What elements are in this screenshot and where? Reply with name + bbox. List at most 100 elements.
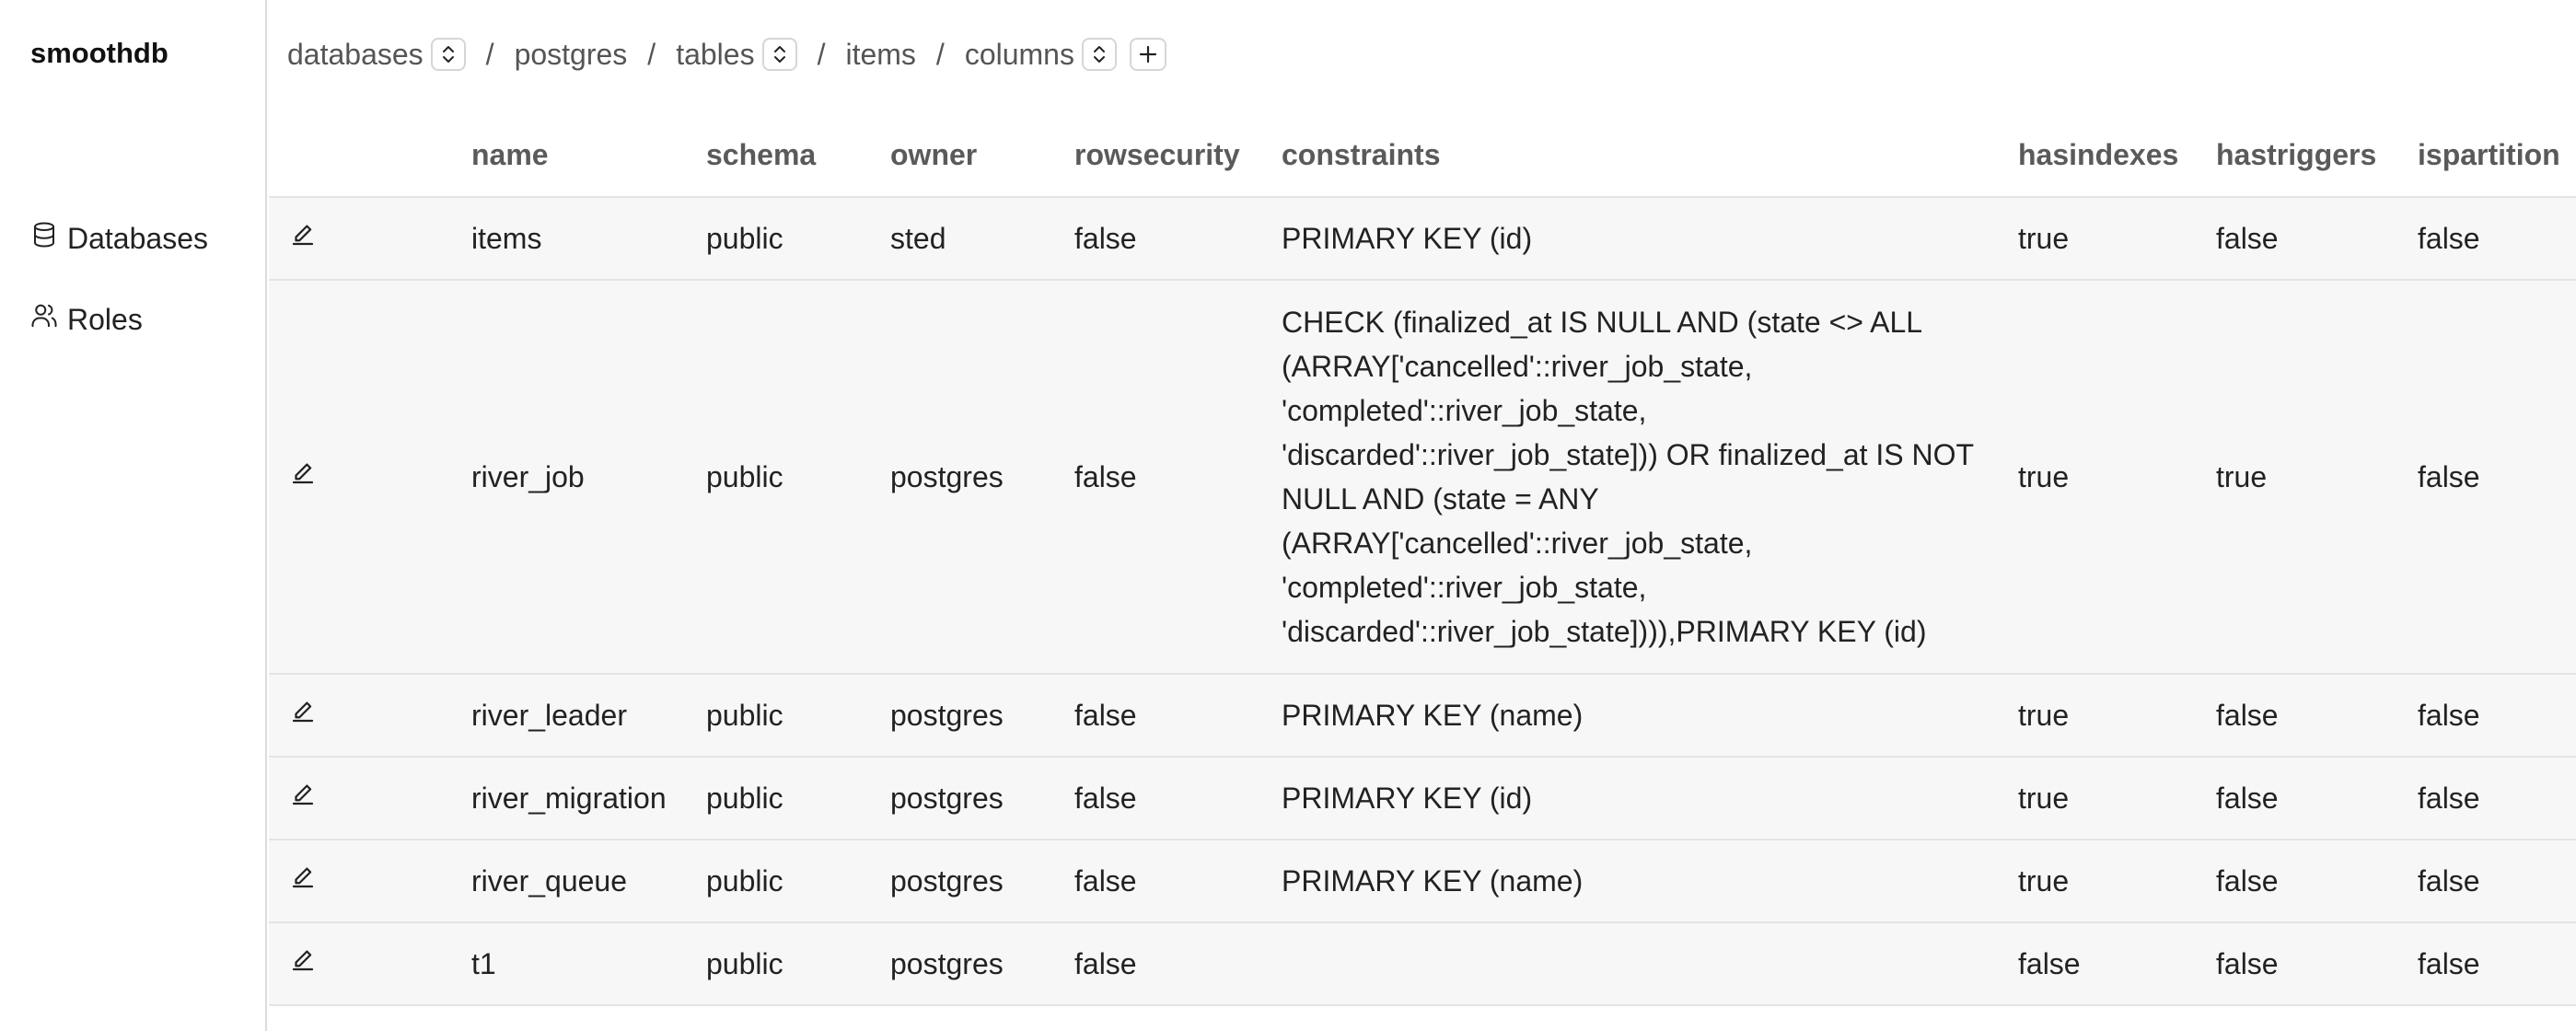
cell-hastriggers: false: [2216, 197, 2418, 281]
edit-icon[interactable]: [289, 459, 317, 487]
breadcrumb-link-databases[interactable]: databases: [287, 38, 424, 72]
edit-icon[interactable]: [289, 781, 317, 808]
add-button[interactable]: [1129, 38, 1166, 71]
edit-icon[interactable]: [289, 698, 317, 725]
breadcrumb-separator: /: [817, 37, 826, 71]
cell-rowsecurity: false: [1074, 757, 1282, 840]
columns-selector-button[interactable]: [1081, 38, 1117, 71]
table-row: river_leader public postgres false PRIMA…: [269, 674, 2576, 758]
cell-owner: postgres: [890, 674, 1074, 758]
breadcrumb-separator: /: [935, 37, 945, 71]
sidebar-item-label: Roles: [67, 302, 143, 336]
cell-rowsecurity: false: [1074, 280, 1282, 675]
cell-schema: public: [706, 757, 890, 840]
edit-icon[interactable]: [289, 221, 317, 249]
chevron-up-down-icon: [1093, 46, 1105, 63]
breadcrumb-separator: /: [647, 37, 656, 71]
cell-hasindexes: true: [2018, 840, 2216, 923]
app-title: smoothdb: [30, 37, 168, 69]
cell-constraints: CHECK (finalized_at IS NULL AND (state <…: [1282, 280, 2018, 675]
database-icon: [30, 221, 58, 256]
breadcrumb-databases: databases: [287, 38, 466, 72]
breadcrumb-link-columns[interactable]: columns: [965, 38, 1074, 72]
breadcrumb-link-tables[interactable]: tables: [676, 38, 754, 72]
header-constraints[interactable]: constraints: [1282, 114, 2018, 198]
cell-hastriggers: false: [2216, 674, 2418, 758]
cell-rowsecurity: false: [1074, 197, 1282, 281]
cell-ispartition: false: [2418, 922, 2576, 1006]
header-hastriggers[interactable]: hastriggers: [2216, 114, 2418, 198]
header-ispartition[interactable]: ispartition: [2418, 114, 2576, 198]
cell-owner: postgres: [890, 922, 1074, 1006]
users-icon: [30, 302, 58, 337]
cell-hasindexes: true: [2018, 197, 2216, 281]
sidebar-item-roles[interactable]: Roles: [30, 302, 143, 337]
cell-constraints: PRIMARY KEY (name): [1282, 674, 2018, 758]
table-row: items public sted false PRIMARY KEY (id)…: [269, 197, 2576, 281]
cell-ispartition: false: [2418, 674, 2576, 758]
cell-ispartition: false: [2418, 197, 2576, 281]
header-hasindexes[interactable]: hasindexes: [2018, 114, 2216, 198]
edit-cell: [269, 757, 471, 840]
breadcrumb-link-postgres[interactable]: postgres: [515, 38, 628, 72]
breadcrumb-columns: columns: [965, 38, 1117, 72]
cell-schema: public: [706, 674, 890, 758]
sidebar-item-label: Databases: [67, 221, 208, 255]
edit-cell: [269, 922, 471, 1006]
breadcrumb-tables: tables: [676, 38, 797, 72]
breadcrumb: databases / postgres / tables / items / …: [287, 31, 1166, 77]
header-schema[interactable]: schema: [706, 114, 890, 198]
cell-ispartition: false: [2418, 280, 2576, 675]
cell-hastriggers: false: [2216, 757, 2418, 840]
cell-constraints: PRIMARY KEY (id): [1282, 197, 2018, 281]
tables-selector-button[interactable]: [761, 38, 797, 71]
edit-cell: [269, 840, 471, 923]
cell-ispartition: false: [2418, 757, 2576, 840]
table-header-row: name schema owner rowsecurity constraint…: [269, 114, 2576, 198]
chevron-up-down-icon: [773, 46, 785, 63]
cell-hastriggers: false: [2216, 840, 2418, 923]
edit-cell: [269, 280, 471, 675]
cell-name: river_queue: [471, 840, 706, 923]
cell-hasindexes: true: [2018, 280, 2216, 675]
cell-owner: postgres: [890, 280, 1074, 675]
cell-schema: public: [706, 280, 890, 675]
cell-rowsecurity: false: [1074, 674, 1282, 758]
tables-table: name schema owner rowsecurity constraint…: [269, 114, 2576, 1006]
header-rowsecurity[interactable]: rowsecurity: [1074, 114, 1282, 198]
header-owner[interactable]: owner: [890, 114, 1074, 198]
cell-hasindexes: true: [2018, 757, 2216, 840]
databases-selector-button[interactable]: [430, 38, 466, 71]
breadcrumb-separator: /: [485, 37, 494, 71]
cell-constraints: PRIMARY KEY (name): [1282, 840, 2018, 923]
header-actions: [269, 114, 471, 198]
cell-name: items: [471, 197, 706, 281]
cell-rowsecurity: false: [1074, 840, 1282, 923]
cell-owner: postgres: [890, 757, 1074, 840]
cell-ispartition: false: [2418, 840, 2576, 923]
sidebar: smoothdb Databases Roles: [0, 0, 267, 1031]
table-row: river_migration public postgres false PR…: [269, 757, 2576, 840]
cell-schema: public: [706, 197, 890, 281]
cell-hasindexes: true: [2018, 674, 2216, 758]
cell-owner: sted: [890, 197, 1074, 281]
cell-hastriggers: true: [2216, 280, 2418, 675]
table-row: river_job public postgres false CHECK (f…: [269, 280, 2576, 675]
breadcrumb-link-items[interactable]: items: [845, 38, 915, 72]
edit-cell: [269, 674, 471, 758]
header-name[interactable]: name: [471, 114, 706, 198]
cell-hasindexes: false: [2018, 922, 2216, 1006]
edit-icon[interactable]: [289, 946, 317, 974]
cell-owner: postgres: [890, 840, 1074, 923]
cell-name: river_leader: [471, 674, 706, 758]
edit-cell: [269, 197, 471, 281]
sidebar-item-databases[interactable]: Databases: [30, 221, 208, 256]
chevron-up-down-icon: [442, 46, 454, 63]
cell-schema: public: [706, 840, 890, 923]
edit-icon[interactable]: [289, 863, 317, 891]
cell-constraints: [1282, 922, 2018, 1006]
cell-constraints: PRIMARY KEY (id): [1282, 757, 2018, 840]
table-row: t1 public postgres false false false fal…: [269, 922, 2576, 1006]
cell-name: river_migration: [471, 757, 706, 840]
plus-icon: [1139, 45, 1157, 64]
